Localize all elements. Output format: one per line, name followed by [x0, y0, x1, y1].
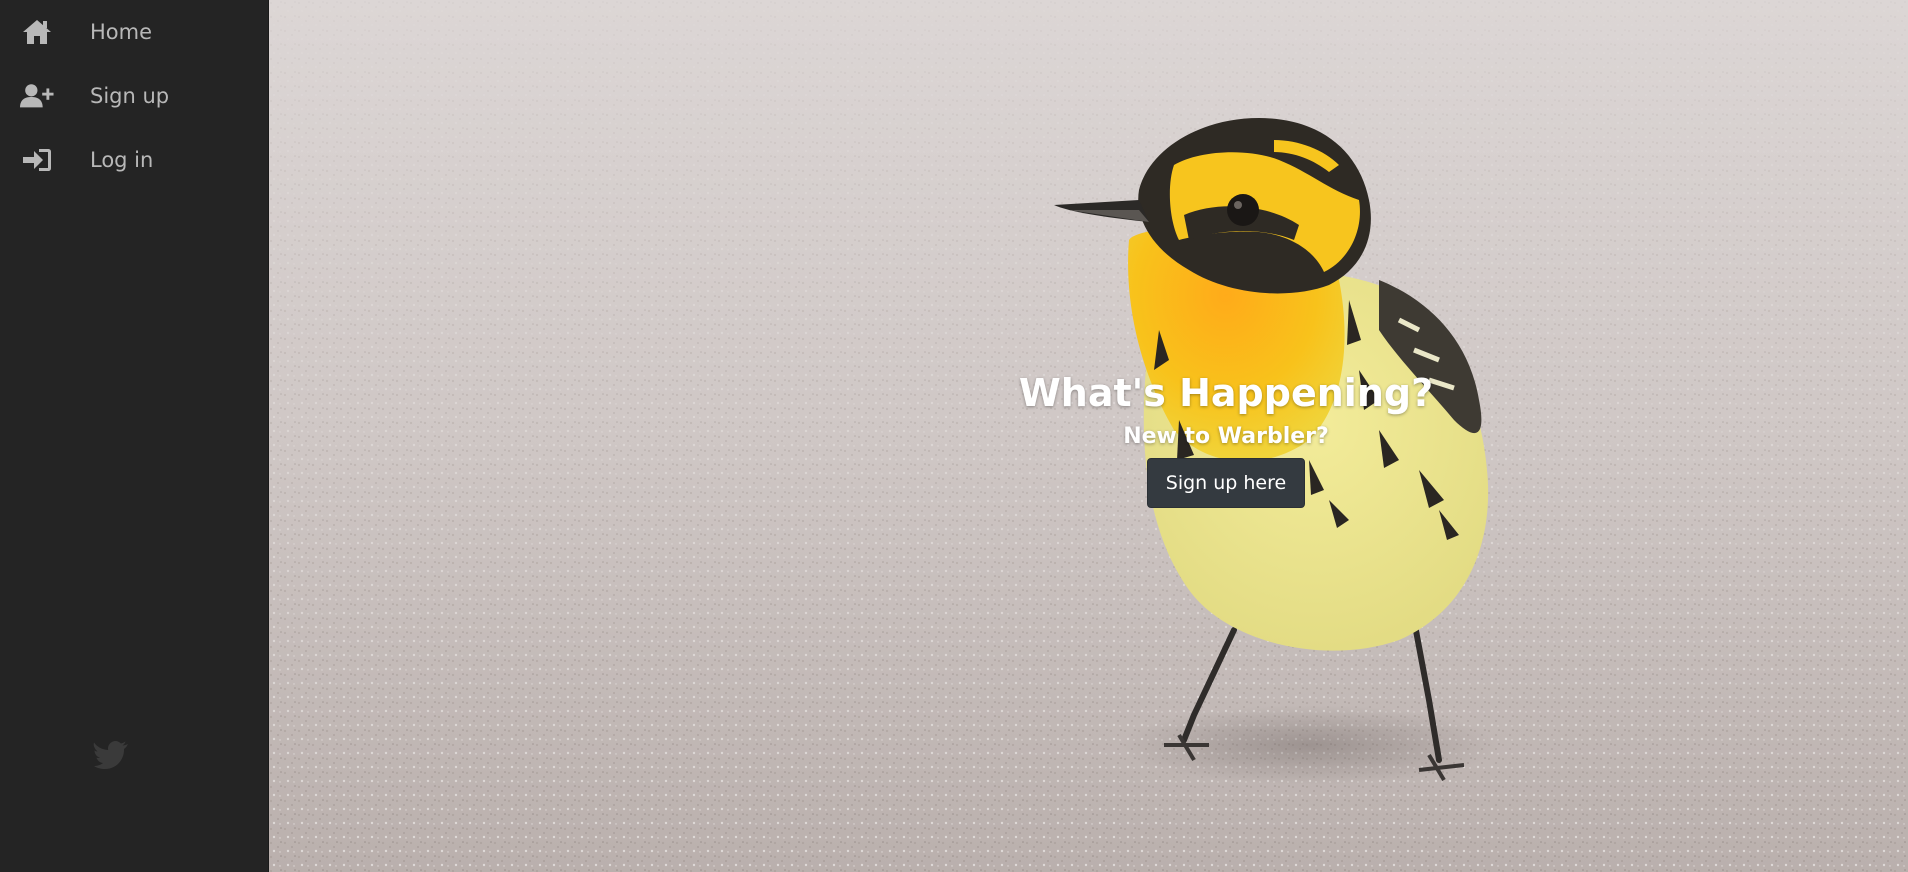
sidebar-item-label: Home — [90, 20, 153, 44]
hero-section: What's Happening? New to Warbler? Sign u… — [269, 0, 1908, 872]
home-icon — [20, 15, 54, 49]
hero-text-block: What's Happening? New to Warbler? Sign u… — [955, 368, 1497, 508]
hero-subtitle: New to Warbler? — [1123, 424, 1329, 449]
sidebar-item-home[interactable]: Home — [0, 4, 269, 60]
signup-here-button[interactable]: Sign up here — [1146, 458, 1306, 508]
hero-title: What's Happening? — [1018, 371, 1434, 415]
twitter-bird-icon — [93, 738, 133, 778]
user-plus-icon — [20, 79, 54, 113]
sidebar-item-login[interactable]: Log in — [0, 132, 269, 188]
sign-in-icon — [20, 143, 54, 177]
sidebar-item-label: Log in — [90, 148, 154, 172]
sidebar-item-label: Sign up — [90, 84, 170, 108]
sidebar-item-signup[interactable]: Sign up — [0, 68, 269, 124]
sidebar: Home Sign up Log in — [0, 0, 269, 872]
